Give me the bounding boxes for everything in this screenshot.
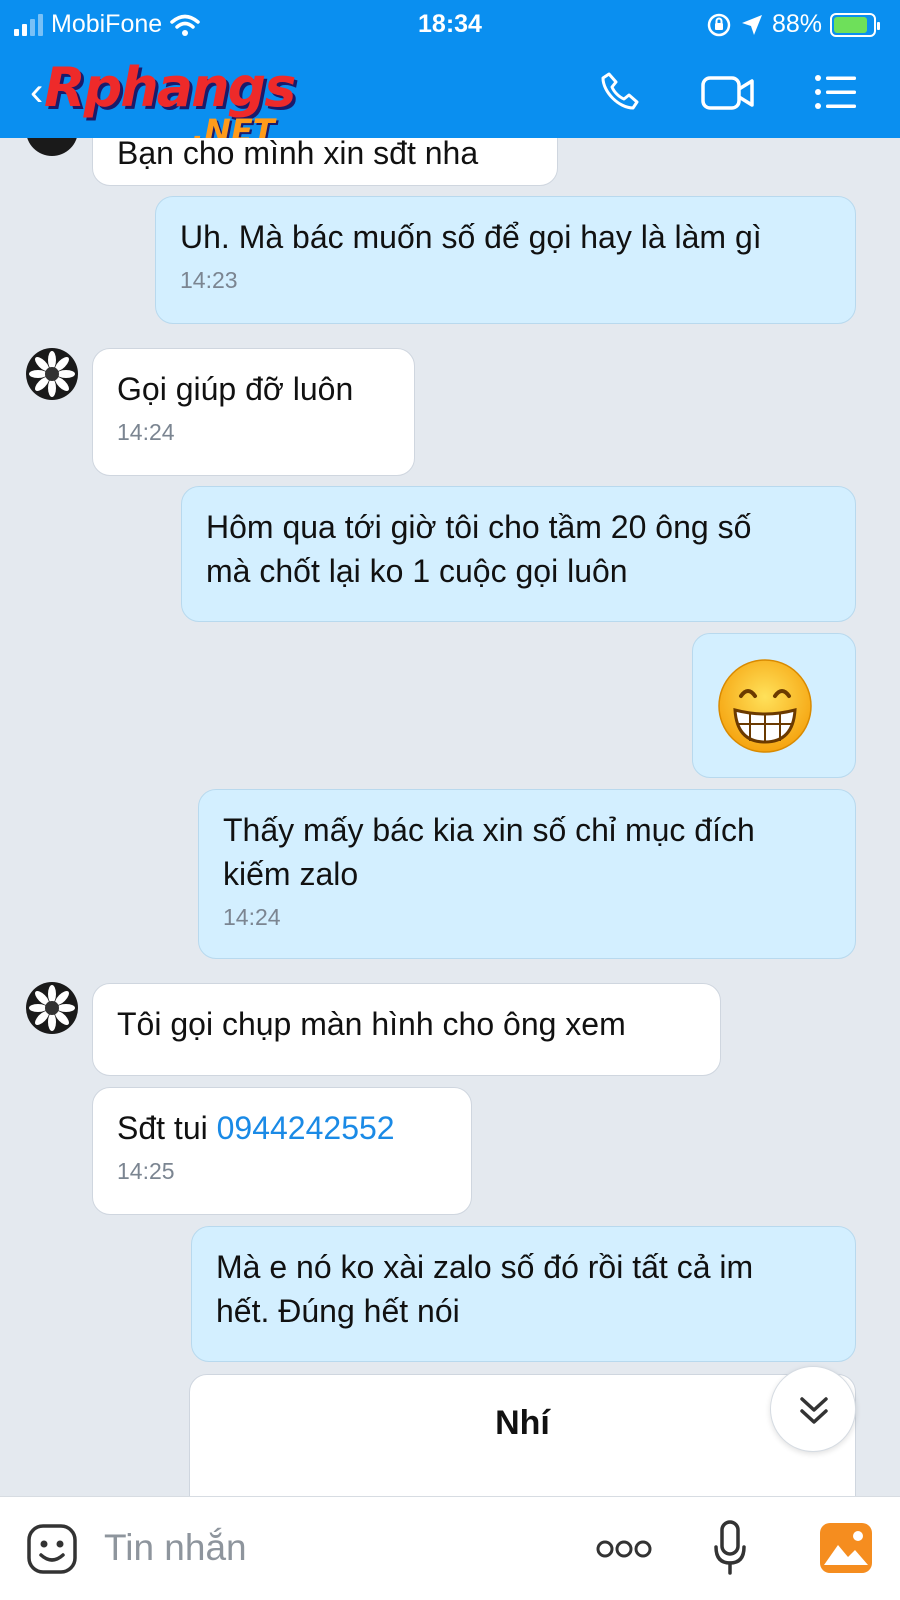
daisy-avatar-icon <box>29 351 75 397</box>
contact-avatar[interactable] <box>26 348 78 400</box>
message-input-bar: Tin nhắn <box>0 1496 900 1600</box>
more-options-icon[interactable] <box>596 1539 652 1559</box>
message-text-line: Thấy mấy bác kia xin số chỉ mục đích <box>223 812 755 848</box>
message-text: Sđt tui <box>117 1110 217 1146</box>
message-bubble-incoming[interactable]: Tôi gọi chụp màn hình cho ông xem <box>92 983 721 1076</box>
location-icon <box>741 14 762 35</box>
message-time: 14:25 <box>117 1158 175 1184</box>
message-bubble-outgoing[interactable]: Uh. Mà bác muốn số để gọi hay là làm gì … <box>155 196 856 324</box>
message-time: 14:23 <box>180 267 238 293</box>
battery-percent: 88% <box>771 10 822 38</box>
message-input[interactable]: Tin nhắn <box>104 1527 247 1569</box>
message-time: 14:24 <box>223 904 281 930</box>
sticker-emoji-icon[interactable] <box>26 1523 78 1575</box>
image-gallery-icon[interactable] <box>818 1521 874 1575</box>
message-time: 14:24 <box>117 419 175 445</box>
message-bubble-outgoing[interactable]: Hôm qua tới giờ tôi cho tầm 20 ông số mà… <box>181 486 856 622</box>
chat-area[interactable]: Bạn cho mình xin sđt nha Uh. Mà bác muốn… <box>0 138 900 1496</box>
back-chevron-icon[interactable]: ‹ <box>30 70 43 115</box>
status-bar: MobiFone 18:34 88% <box>0 6 900 42</box>
message-text: Nhí <box>495 1404 550 1442</box>
battery-icon <box>830 12 880 37</box>
header: MobiFone 18:34 88% ‹ Rphangs .NET <box>0 0 900 150</box>
message-text: Bạn cho mình xin sđt nha <box>117 138 479 171</box>
menu-list-icon[interactable] <box>812 68 860 116</box>
message-text-line: Mà e nó ko xài zalo số đó rồi tất cả im <box>216 1249 754 1285</box>
message-text: Uh. Mà bác muốn số để gọi hay là làm gì <box>180 219 762 255</box>
sticker-bubble-outgoing[interactable] <box>692 633 856 778</box>
contact-avatar[interactable] <box>26 982 78 1034</box>
contact-avatar[interactable] <box>26 138 78 156</box>
message-bubble-outgoing[interactable]: Mà e nó ko xài zalo số đó rồi tất cả im … <box>191 1226 856 1362</box>
message-text-line: Hôm qua tới giờ tôi cho tầm 20 ông số <box>206 509 752 545</box>
chat-nav: ‹ Rphangs .NET <box>0 48 900 150</box>
grinning-face-emoji <box>718 659 812 753</box>
daisy-avatar-icon <box>29 985 75 1031</box>
message-bubble-outgoing-card[interactable]: Nhí <box>189 1374 856 1496</box>
message-bubble-incoming[interactable]: Bạn cho mình xin sđt nha <box>92 138 558 186</box>
message-bubble-incoming[interactable]: Sđt tui 0944242552 14:25 <box>92 1087 472 1215</box>
message-text: Gọi giúp đỡ luôn <box>117 371 354 407</box>
phone-number-link[interactable]: 0944242552 <box>217 1110 395 1146</box>
message-text: Tôi gọi chụp màn hình cho ông xem <box>117 1006 626 1042</box>
message-bubble-incoming[interactable]: Gọi giúp đỡ luôn 14:24 <box>92 348 415 476</box>
scroll-to-bottom-button[interactable] <box>770 1366 856 1452</box>
double-chevron-down-icon <box>800 1397 828 1424</box>
rotation-lock-icon <box>707 13 731 36</box>
message-text-line: kiếm zalo <box>223 856 359 892</box>
video-call-icon[interactable] <box>700 68 756 116</box>
watermark-logo: Rphangs <box>44 56 296 119</box>
message-text-line: mà chốt lại ko 1 cuộc gọi luôn <box>206 553 628 589</box>
message-text-line: hết. Đúng hết nói <box>216 1293 460 1329</box>
message-bubble-outgoing[interactable]: Thấy mấy bác kia xin số chỉ mục đích kiế… <box>198 789 856 959</box>
phone-call-icon[interactable] <box>596 68 644 116</box>
microphone-icon[interactable] <box>712 1519 748 1579</box>
